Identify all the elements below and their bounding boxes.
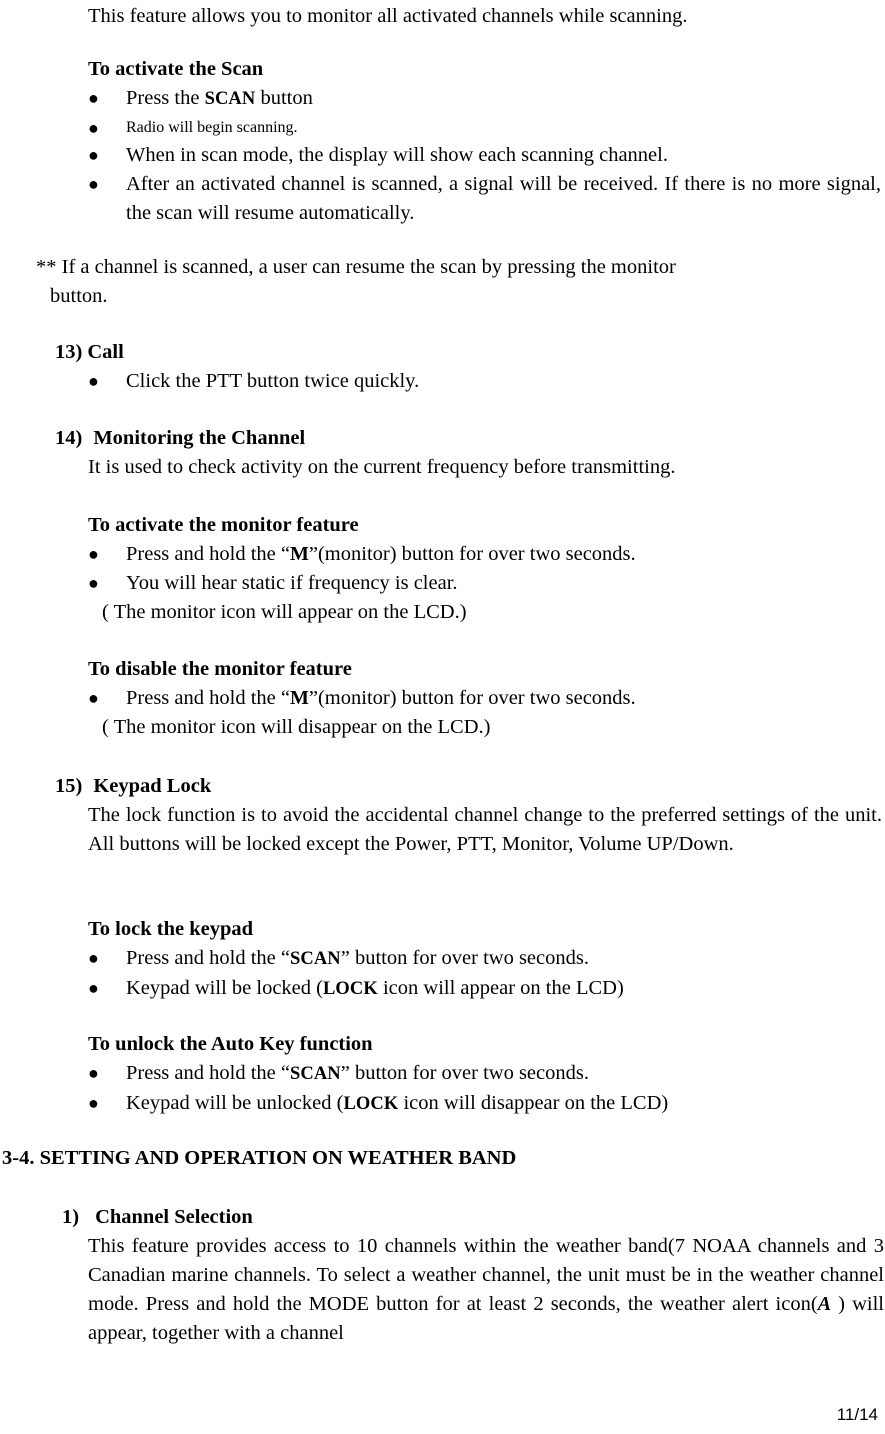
bullet-text-post: ” button for over two seconds. [340, 947, 589, 969]
item-14-monitoring: 14) Monitoring the Channel It is used to … [55, 424, 881, 482]
keypad-unlock-bullet-list: ● Press and hold the “SCAN” button for ov… [88, 1059, 881, 1119]
bullet-icon: ● [88, 174, 99, 194]
scan-note: ** If a channel is scanned, a user can r… [36, 253, 881, 311]
lock-keycap: LOCK [343, 1094, 399, 1114]
keypad-unlock-heading: To unlock the Auto Key function [88, 1033, 373, 1055]
item-14-heading: 14) Monitoring the Channel [55, 424, 881, 453]
bullet-icon: ● [88, 573, 99, 593]
scan-keycap: SCAN [204, 89, 256, 109]
channel-selection-title: Channel Selection [95, 1206, 253, 1228]
manual-page: This feature allows you to monitor all a… [0, 0, 885, 1434]
bullet-icon: ● [88, 1063, 99, 1083]
bullet-text-post: ”(monitor) button for over two seconds. [308, 543, 636, 565]
item-15-title: Keypad Lock [93, 775, 212, 797]
list-item: ● When in scan mode, the display will sho… [88, 141, 881, 170]
item-13-bullet-list: ● Click the PTT button twice quickly. [55, 367, 881, 396]
keypad-unlock-subsection: To unlock the Auto Key function ● Press a… [88, 1030, 881, 1119]
list-item: ● Keypad will be locked (LOCK icon will a… [88, 974, 881, 1004]
bullet-text: After an activated channel is scanned, a… [126, 173, 881, 224]
item-14-title: Monitoring the Channel [93, 427, 306, 449]
bullet-text: When in scan mode, the display will show… [126, 144, 668, 166]
item-13-title: Call [87, 341, 124, 363]
bullet-icon: ● [88, 145, 99, 165]
bullet-text-pre: Keypad will be unlocked ( [126, 1092, 344, 1114]
scan-keycap: SCAN [289, 1064, 341, 1084]
bullet-text-post: ”(monitor) button for over two seconds. [308, 687, 636, 709]
note-line-1: ** If a channel is scanned, a user can r… [36, 256, 676, 278]
bullet-icon: ● [88, 88, 99, 108]
bullet-icon: ● [88, 948, 99, 968]
item-14-body: It is used to check activity on the curr… [88, 456, 676, 478]
monitor-disable-heading: To disable the monitor feature [88, 658, 352, 680]
keypad-lock-heading: To lock the keypad [88, 918, 253, 940]
scan-keycap: SCAN [289, 949, 341, 969]
bullet-text-pre: Press and hold the “ [126, 543, 290, 565]
item-13-heading: 13) Call [55, 338, 881, 367]
bullet-text-post: button [255, 87, 313, 109]
keypad-lock-bullet-list: ● Press and hold the “SCAN” button for ov… [88, 944, 881, 1004]
monitor-activate-heading: To activate the monitor feature [88, 514, 359, 536]
intro-text: This feature allows you to monitor all a… [88, 5, 688, 27]
bullet-text: Radio will begin scanning. [126, 119, 298, 136]
list-item: ● Press and hold the “SCAN” button for ov… [88, 1059, 881, 1089]
monitor-disable-paren: ( The monitor icon will disappear on the… [102, 716, 491, 738]
section-3-4: 3-4. SETTING AND OPERATION ON WEATHER BA… [0, 1144, 885, 1173]
bullet-text: You will hear static if frequency is cle… [126, 572, 458, 594]
lock-keycap: LOCK [322, 979, 378, 999]
monitor-activate-bullet-list: ● Press and hold the “M”(monitor) button … [88, 540, 881, 598]
monitor-keycap: M [289, 543, 309, 565]
monitor-disable-subsection: To disable the monitor feature ● Press an… [88, 655, 881, 742]
channel-selection-body: This feature provides access to 10 chann… [62, 1232, 884, 1348]
intro-paragraph: This feature allows you to monitor all a… [88, 2, 878, 31]
item-14-number: 14) [55, 427, 83, 449]
list-item: ● Radio will begin scanning. [88, 114, 881, 141]
list-item: ● Press and hold the “M”(monitor) button … [88, 540, 881, 569]
bullet-text-post: icon will appear on the LCD) [377, 977, 624, 999]
monitor-activate-subsection: To activate the monitor feature ● Press a… [88, 511, 881, 627]
channel-selection-number: 1) [62, 1206, 80, 1228]
scan-bullet-list: ● Press the SCAN button ● Radio will begin… [88, 84, 881, 228]
bullet-text-post: ” button for over two seconds. [340, 1062, 589, 1084]
list-item: ● After an activated channel is scanned, … [88, 170, 881, 228]
bullet-text-pre: Press and hold the “ [126, 947, 290, 969]
keypad-lock-subsection: To lock the keypad ● Press and hold the “… [88, 915, 881, 1004]
note-line-2: button. [50, 285, 108, 307]
list-item: ● Press the SCAN button [88, 84, 881, 114]
weather-alert-icon: A [817, 1293, 832, 1315]
scan-heading: To activate the Scan [88, 58, 264, 80]
item-15-keypad-lock: 15) Keypad Lock The lock function is to a… [55, 772, 882, 859]
item-13-number: 13) [55, 341, 83, 363]
section-3-4-heading: 3-4. SETTING AND OPERATION ON WEATHER BA… [2, 1147, 517, 1169]
channel-selection-heading: 1) Channel Selection [62, 1203, 884, 1232]
bullet-icon: ● [88, 544, 99, 564]
bullet-text-pre: Press and hold the “ [126, 1062, 290, 1084]
item-13-call: 13) Call ● Click the PTT button twice quic… [55, 338, 881, 396]
list-item: ● Press and hold the “SCAN” button for ov… [88, 944, 881, 974]
bullet-text-pre: Keypad will be locked ( [126, 977, 323, 999]
monitor-disable-bullet-list: ● Press and hold the “M”(monitor) button … [88, 684, 881, 713]
list-item: ● Click the PTT button twice quickly. [88, 367, 881, 396]
bullet-icon: ● [88, 118, 99, 138]
bullet-text: Click the PTT button twice quickly. [126, 370, 420, 392]
list-item: ● Keypad will be unlocked (LOCK icon will… [88, 1089, 881, 1119]
item-15-number: 15) [55, 775, 83, 797]
section-3-4-item-1: 1) Channel Selection This feature provide… [62, 1203, 884, 1348]
scan-subsection: To activate the Scan ● Press the SCAN but… [88, 55, 881, 228]
item-15-heading: 15) Keypad Lock [55, 772, 882, 801]
bullet-text-pre: Press the [126, 87, 205, 109]
bullet-text-post: icon will disappear on the LCD) [398, 1092, 669, 1114]
bullet-icon: ● [88, 978, 99, 998]
bullet-icon: ● [88, 1093, 99, 1113]
list-item: ● You will hear static if frequency is cl… [88, 569, 881, 598]
monitor-keycap: M [289, 687, 309, 709]
monitor-activate-paren: ( The monitor icon will appear on the LC… [102, 601, 467, 623]
page-number: 11/14 [836, 1405, 878, 1424]
bullet-icon: ● [88, 371, 99, 391]
channel-selection-body-pre: This feature provides access to 10 chann… [88, 1235, 884, 1315]
bullet-icon: ● [88, 688, 99, 708]
item-15-body: The lock function is to avoid the accide… [88, 804, 882, 855]
bullet-text-pre: Press and hold the “ [126, 687, 290, 709]
list-item: ● Press and hold the “M”(monitor) button … [88, 684, 881, 713]
